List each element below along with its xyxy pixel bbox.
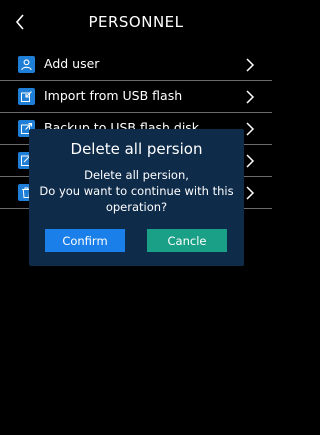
- menu-item-import-usb[interactable]: Import from USB flash: [0, 81, 272, 113]
- dialog-message: Delete all persion, Do you want to conti…: [33, 167, 240, 215]
- chevron-right-icon: [246, 186, 255, 200]
- page-title: PERSONNEL: [88, 13, 184, 31]
- import-icon: [18, 88, 35, 105]
- dialog-message-line: Do you want to continue with this: [39, 184, 234, 198]
- header: PERSONNEL: [0, 0, 272, 44]
- confirm-dialog: Delete all persion Delete all persion, D…: [29, 129, 244, 266]
- menu-item-label: Import from USB flash: [44, 88, 183, 103]
- dialog-message-line: Delete all persion,: [84, 168, 189, 182]
- user-icon: [18, 56, 35, 73]
- chevron-right-icon: [246, 58, 255, 72]
- chevron-right-icon: [246, 90, 255, 104]
- chevron-right-icon: [246, 122, 255, 136]
- menu-item-label: Add user: [44, 56, 100, 71]
- dialog-message-line: operation?: [105, 200, 168, 214]
- cancel-button[interactable]: Cancle: [147, 229, 227, 252]
- dialog-title: Delete all persion: [70, 140, 203, 158]
- menu-item-add-user[interactable]: Add user: [0, 49, 272, 81]
- confirm-button[interactable]: Confirm: [45, 229, 125, 252]
- chevron-right-icon: [246, 154, 255, 168]
